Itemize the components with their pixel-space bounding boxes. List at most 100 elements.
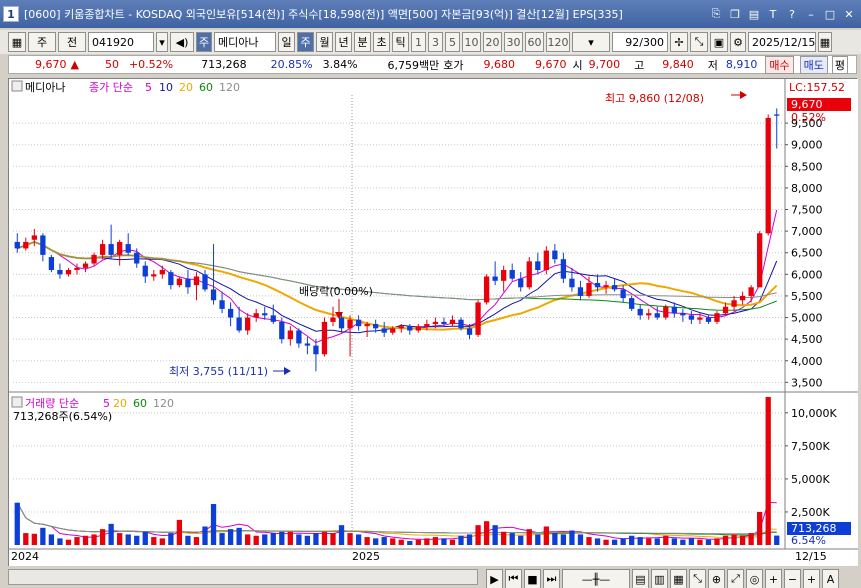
candle-body — [458, 319, 464, 329]
ma-legend-5[interactable]: 5 — [145, 81, 152, 94]
font-icon[interactable]: T — [765, 6, 781, 22]
chart-area[interactable]: 3,500 4,000 4,500 5,000 5,500 6,000 6,500 7,000… — [8, 78, 858, 567]
close-icon[interactable]: ✕ — [841, 6, 857, 22]
candle-body — [671, 306, 677, 314]
period-week-button[interactable]: 주 — [297, 32, 314, 52]
open-price: 9,700 — [588, 58, 621, 71]
volume-bar — [202, 526, 208, 545]
volume-bar — [373, 538, 379, 545]
layout-icon-2[interactable]: ▥ — [651, 569, 668, 588]
period-day-button[interactable]: 일 — [278, 32, 295, 52]
plus-icon[interactable]: + — [803, 569, 820, 588]
pin-icon[interactable]: ▤ — [746, 6, 762, 22]
chart-scrollbar[interactable] — [8, 569, 478, 585]
bottom-bar: ▶ ⏮ ■ ⏭ —╫— ▤ ▥ ▦ ⤡ ⊕ ⤢ ◎ + − + A — [0, 566, 861, 588]
date-field[interactable]: 2025/12/15 — [748, 32, 816, 52]
minimize-icon[interactable]: – — [803, 6, 819, 22]
type-select[interactable]: 주 — [28, 32, 56, 52]
volume-bar — [697, 539, 703, 545]
unit-minute-button[interactable]: 분 — [354, 32, 371, 52]
stock-type-badge[interactable]: 주 — [196, 32, 212, 52]
zoom-out-icon[interactable]: − — [784, 569, 801, 588]
volume-bar — [57, 538, 63, 545]
interval-120-button[interactable]: 120 — [546, 32, 570, 52]
window-number-badge[interactable]: 1 — [3, 6, 19, 22]
save-icon[interactable]: ▣ — [710, 32, 728, 52]
tool-icon[interactable]: ⤡ — [690, 32, 708, 52]
zoom-slider[interactable]: —╫— — [562, 569, 630, 588]
stock-name-field[interactable]: 메디아나 — [214, 32, 276, 52]
font-size-icon[interactable]: A — [822, 569, 839, 588]
period-month-button[interactable]: 월 — [316, 32, 333, 52]
period-year-button[interactable]: 년 — [335, 32, 352, 52]
chart-canvas[interactable]: 3,500 4,000 4,500 5,000 5,500 6,000 6,500 7,000… — [9, 79, 858, 567]
crosshair-icon[interactable]: ✢ — [670, 32, 688, 52]
layout-icon-3[interactable]: ▦ — [670, 569, 687, 588]
tool-icon-3[interactable]: ⤢ — [727, 569, 744, 588]
ma-legend-10[interactable]: 10 — [159, 81, 173, 94]
scroll-first-icon[interactable]: ⏮ — [505, 569, 522, 588]
tool-icon-1[interactable]: ⤡ — [689, 569, 706, 588]
maximize-icon[interactable]: □ — [822, 6, 838, 22]
volume-bar — [236, 527, 242, 545]
zoom-in-icon[interactable]: + — [765, 569, 782, 588]
tool-icon-4[interactable]: ◎ — [746, 569, 763, 588]
scroll-last-icon[interactable]: ⏭ — [543, 569, 560, 588]
interval-30-button[interactable]: 30 — [504, 32, 523, 52]
vol-legend-prefix[interactable]: 거래량 단순 — [25, 397, 79, 410]
interval-60-button[interactable]: 60 — [525, 32, 544, 52]
settings-gear-icon[interactable]: ⚙ — [730, 32, 746, 52]
grid-icon[interactable]: ▦ — [8, 32, 26, 52]
interval-5-button[interactable]: 5 — [445, 32, 460, 52]
eval-button[interactable]: 평 — [831, 55, 849, 74]
vol-legend-5[interactable]: 5 — [103, 397, 110, 410]
interval-3-button[interactable]: 3 — [428, 32, 443, 52]
interval-1-button[interactable]: 1 — [411, 32, 426, 52]
price-legend-name[interactable]: 메디아나 — [25, 81, 65, 94]
buy-button[interactable]: 매수 — [765, 55, 794, 74]
vol-legend-120[interactable]: 120 — [153, 397, 174, 410]
speaker-icon[interactable]: ◀) — [170, 32, 194, 52]
help-icon[interactable]: ? — [784, 6, 800, 22]
volume-bar — [185, 535, 191, 545]
code-input[interactable]: 041920 — [88, 32, 154, 52]
restore-icon[interactable]: ❐ — [727, 6, 743, 22]
stop-icon[interactable]: ■ — [524, 569, 541, 588]
vol-legend-20[interactable]: 20 — [113, 397, 127, 410]
candle-body — [193, 276, 200, 286]
candle-body — [483, 276, 490, 303]
count-field[interactable]: 92/300 — [612, 32, 668, 52]
price-tick-label: 4,500 — [791, 333, 823, 346]
unit-tick-button[interactable]: 틱 — [392, 32, 409, 52]
date-picker-icon[interactable]: ▦ — [818, 32, 832, 52]
candle-body — [219, 300, 225, 309]
unit-second-button[interactable]: 초 — [373, 32, 390, 52]
ma-legend-120[interactable]: 120 — [219, 81, 240, 94]
candle-body — [57, 270, 63, 275]
sell-button[interactable]: 매도 — [799, 55, 828, 74]
interval-20-button[interactable]: 20 — [483, 32, 502, 52]
link-icon[interactable]: ⎘ — [708, 6, 724, 22]
jeon-select[interactable]: 전 — [58, 32, 86, 52]
title-controls: ⎘ ❐ ▤ T ? – □ ✕ — [708, 6, 857, 22]
current-price-tag: 9,670 — [791, 98, 823, 111]
candle-body — [731, 300, 737, 307]
ma-legend-60[interactable]: 60 — [199, 81, 213, 94]
ma-legend-20[interactable]: 20 — [179, 81, 193, 94]
tool-icon-2[interactable]: ⊕ — [708, 569, 725, 588]
hoga-sell-price: 9,680 — [483, 58, 516, 71]
low-price: 8,910 — [725, 58, 758, 71]
interval-custom-select[interactable]: ▾ — [572, 32, 610, 52]
scroll-right-icon[interactable]: ▶ — [486, 569, 503, 588]
volume-bar — [168, 533, 174, 545]
legend-settings-icon[interactable] — [11, 80, 23, 92]
code-dropdown-icon[interactable]: ▾ — [156, 32, 168, 52]
price-tick-label: 8,000 — [791, 182, 823, 195]
price-change: 50 — [104, 58, 119, 71]
interval-10-button[interactable]: 10 — [462, 32, 481, 52]
vol-legend-60[interactable]: 60 — [133, 397, 147, 410]
volume-bar — [466, 534, 473, 545]
layout-icon-1[interactable]: ▤ — [632, 569, 649, 588]
vol-legend-settings-icon[interactable] — [11, 396, 23, 408]
ma-legend-prefix[interactable]: 종가 단순 — [89, 81, 133, 94]
